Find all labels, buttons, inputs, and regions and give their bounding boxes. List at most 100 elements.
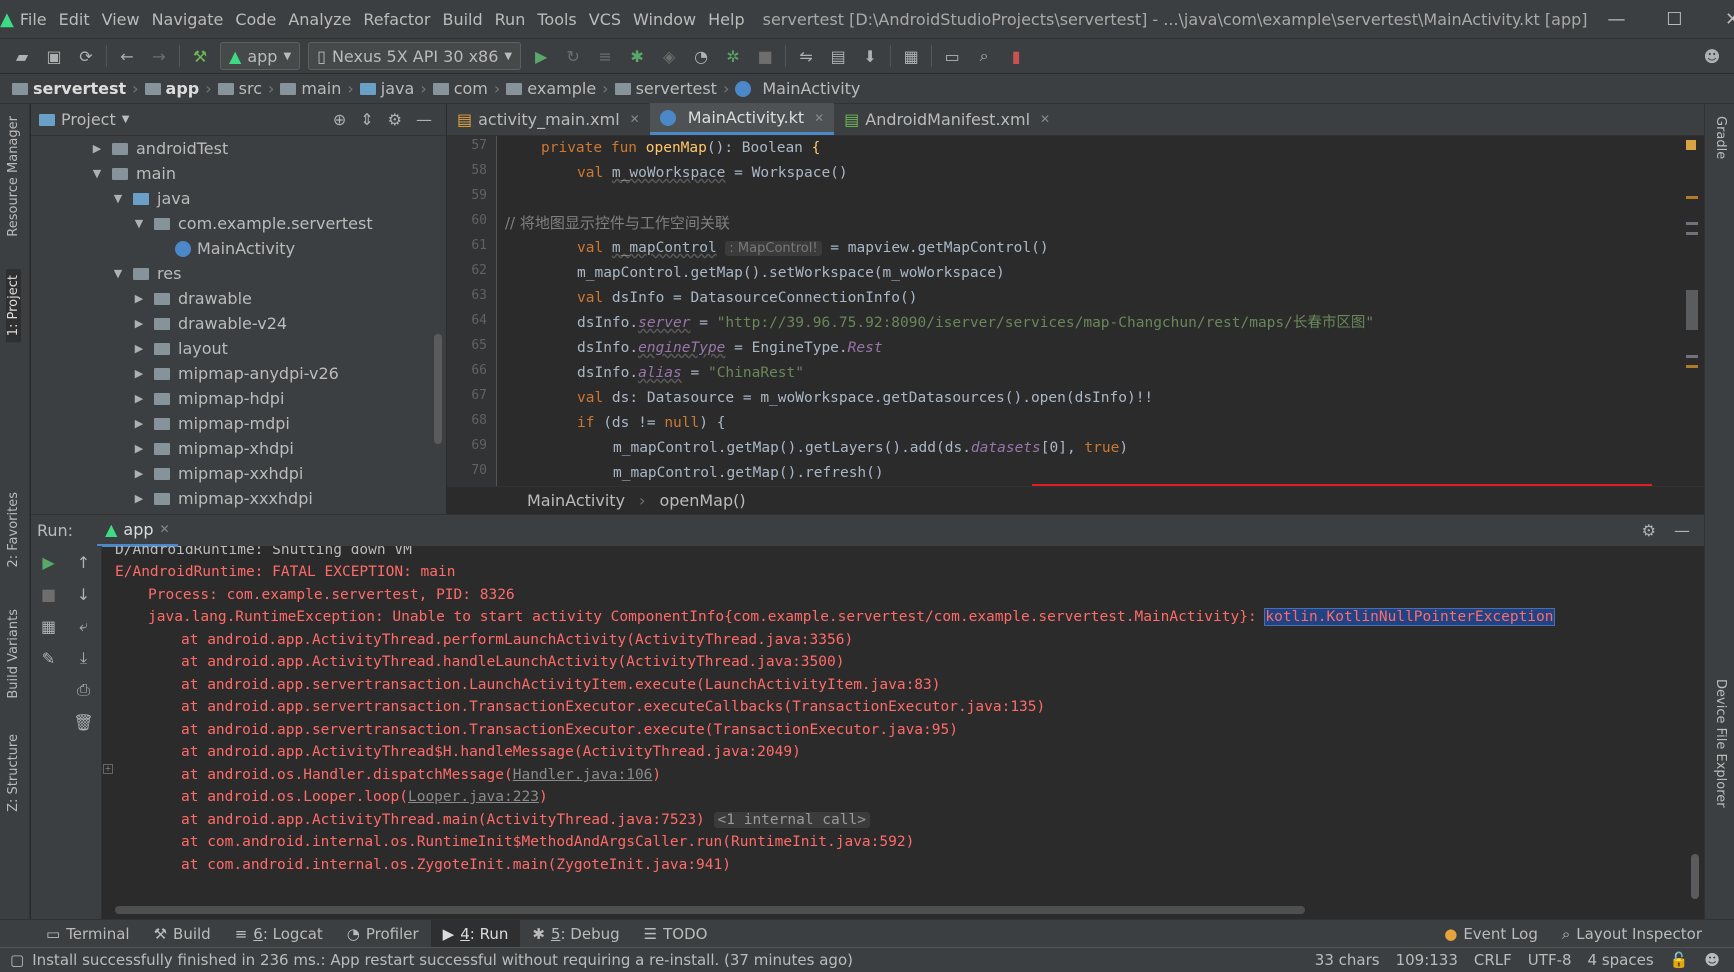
menu-window[interactable]: Window	[627, 10, 702, 29]
tab-mainactivity-kt[interactable]: MainActivity.kt ✕	[649, 103, 835, 135]
open-folder-icon[interactable]: ▰	[6, 41, 38, 71]
tool-tab-gradle[interactable]: Gradle	[1713, 116, 1728, 159]
editor-scrollbar[interactable]	[1686, 290, 1698, 330]
apply-code-changes-icon[interactable]: ≡	[589, 41, 621, 71]
close-icon[interactable]: ✕	[1704, 0, 1734, 38]
sdk-manager-icon[interactable]: ⬇	[854, 41, 886, 71]
debug-icon[interactable]: ✱	[621, 41, 653, 71]
rerun-icon[interactable]: ▶	[31, 546, 66, 578]
stripe-marker[interactable]	[1686, 222, 1698, 225]
device-manager-icon[interactable]: ▮	[1000, 41, 1032, 71]
chevron-right-icon[interactable]: ▶	[132, 367, 146, 380]
tree-item[interactable]: ▶ androidTest	[31, 136, 446, 161]
menu-code[interactable]: Code	[229, 10, 282, 29]
file-encoding[interactable]: UTF-8	[1528, 951, 1572, 969]
code-area[interactable]: private fun openMap(): Boolean { val m_w…	[505, 136, 1685, 486]
menu-vcs[interactable]: VCS	[583, 10, 627, 29]
tool-tab-run[interactable]: ▶ 4: Run	[430, 919, 521, 948]
run-tab-app[interactable]: ▲ app ✕	[97, 515, 178, 547]
breadcrumb-app[interactable]: app	[144, 79, 199, 98]
collapse-all-icon[interactable]: ⇕	[360, 110, 373, 129]
breadcrumb-servertest-pkg[interactable]: servertest	[614, 79, 717, 98]
chevron-right-icon[interactable]: ▶	[132, 317, 146, 330]
tool-tab-project[interactable]: 1: Project	[6, 269, 21, 343]
project-view-label[interactable]: Project	[61, 110, 116, 129]
tool-tab-terminal[interactable]: ▭ Terminal	[34, 920, 142, 948]
status-message[interactable]: Install successfully finished in 236 ms.…	[32, 951, 853, 969]
attach-debugger-icon[interactable]: ✲	[717, 41, 749, 71]
folded-internal-calls[interactable]: <1 internal call>	[713, 812, 870, 828]
chevron-right-icon[interactable]: ▶	[132, 442, 146, 455]
stripe-marker[interactable]	[1686, 365, 1698, 368]
avd-manager-icon[interactable]: ▤	[822, 41, 854, 71]
memory-icon[interactable]: ☻	[1704, 951, 1720, 969]
device-select[interactable]: ▯ Nexus 5X API 30 x86 ▼	[308, 42, 522, 70]
menu-edit[interactable]: Edit	[53, 10, 96, 29]
tree-item[interactable]: ▶ drawable	[31, 286, 446, 311]
chevron-right-icon[interactable]: ▶	[132, 342, 146, 355]
menu-build[interactable]: Build	[436, 10, 488, 29]
soft-wrap-icon[interactable]: ⤶	[66, 610, 101, 642]
close-icon[interactable]: ✕	[630, 112, 640, 126]
tab-androidmanifest-xml[interactable]: ▤ AndroidManifest.xml ✕	[834, 103, 1060, 135]
tree-item[interactable]: ▶ drawable-v24	[31, 311, 446, 336]
chevron-right-icon[interactable]: ▶	[90, 142, 104, 155]
tool-tab-build-variants[interactable]: Build Variants	[6, 609, 21, 699]
chevron-down-icon[interactable]: ▼	[90, 167, 104, 180]
breadcrumb-java[interactable]: java	[359, 79, 414, 98]
tool-tab-event-log[interactable]: ● Event Log	[1432, 920, 1550, 948]
chevron-down-icon[interactable]: ▼	[111, 267, 125, 280]
tree-item[interactable]: MainActivity	[31, 236, 446, 261]
breadcrumb-main[interactable]: main	[280, 79, 341, 98]
console-horizontal-scrollbar[interactable]	[115, 906, 1305, 914]
minimize-icon[interactable]: —	[1588, 0, 1646, 38]
scroll-to-end-icon[interactable]: ⤓	[66, 642, 101, 674]
console-vertical-scrollbar[interactable]	[1691, 854, 1699, 899]
chevron-right-icon[interactable]: ▶	[132, 292, 146, 305]
search-icon[interactable]: ⌕	[968, 41, 1000, 71]
console-output[interactable]: D/AndroidRuntime: Shutting down VM E/And…	[115, 546, 1685, 906]
gear-icon[interactable]: ⚙	[388, 110, 402, 129]
menu-analyze[interactable]: Analyze	[282, 10, 357, 29]
tool-tab-layout-inspector[interactable]: ⌕ Layout Inspector	[1550, 920, 1714, 948]
lock-icon[interactable]: 🔓	[1670, 951, 1689, 969]
project-scrollbar[interactable]	[434, 334, 442, 444]
line-separator[interactable]: CRLF	[1474, 951, 1512, 969]
indent-setting[interactable]: 4 spaces	[1588, 951, 1654, 969]
run-config-select[interactable]: ▲ app ▼	[220, 42, 301, 70]
chevron-right-icon[interactable]: ▶	[132, 392, 146, 405]
chevron-down-icon[interactable]: ▼	[122, 114, 130, 125]
stripe-marker[interactable]	[1686, 196, 1698, 199]
print-icon[interactable]: ⎙	[66, 674, 101, 706]
tab-activity-main-xml[interactable]: ▤ activity_main.xml ✕	[447, 103, 650, 135]
maximize-icon[interactable]: ☐	[1646, 0, 1704, 38]
menu-help[interactable]: Help	[702, 10, 750, 29]
source-link[interactable]: Handler.java:106	[513, 767, 653, 783]
hide-panel-icon[interactable]: —	[416, 110, 432, 129]
make-project-icon[interactable]: ⚒	[184, 41, 216, 71]
menu-run[interactable]: Run	[489, 10, 532, 29]
gear-icon[interactable]: ⚙	[1642, 521, 1656, 540]
tree-item[interactable]: ▼ com.example.servertest	[31, 211, 446, 236]
gradle-sync-icon[interactable]: ⇋	[790, 41, 822, 71]
pin-icon[interactable]: ✎	[31, 642, 66, 674]
menu-navigate[interactable]: Navigate	[146, 10, 230, 29]
coverage-icon[interactable]: ◈	[653, 41, 685, 71]
tree-item[interactable]: ▼ java	[31, 186, 446, 211]
chevron-down-icon[interactable]: ▼	[111, 192, 125, 205]
stripe-marker[interactable]	[1686, 232, 1698, 235]
close-icon[interactable]: ✕	[1040, 112, 1050, 126]
tool-tab-logcat[interactable]: ≡ 6: Logcat	[223, 920, 335, 948]
code-crumb-class[interactable]: MainActivity	[527, 491, 625, 510]
menu-file[interactable]: File	[14, 10, 53, 29]
tool-tab-debug[interactable]: ✱ 5: Debug	[520, 920, 631, 948]
breadcrumb-servertest[interactable]: servertest	[12, 79, 126, 98]
tool-tab-profiler[interactable]: ◔ Profiler	[335, 920, 431, 948]
menu-refactor[interactable]: Refactor	[357, 10, 436, 29]
locate-icon[interactable]: ⊕	[333, 110, 346, 129]
stop-icon[interactable]: ■	[31, 578, 66, 610]
hide-panel-icon[interactable]: —	[1674, 521, 1690, 540]
error-stripe[interactable]	[1684, 140, 1698, 480]
stop-icon[interactable]: ■	[749, 41, 781, 71]
selected-exception[interactable]: kotlin.KotlinNullPointerException	[1264, 608, 1555, 626]
